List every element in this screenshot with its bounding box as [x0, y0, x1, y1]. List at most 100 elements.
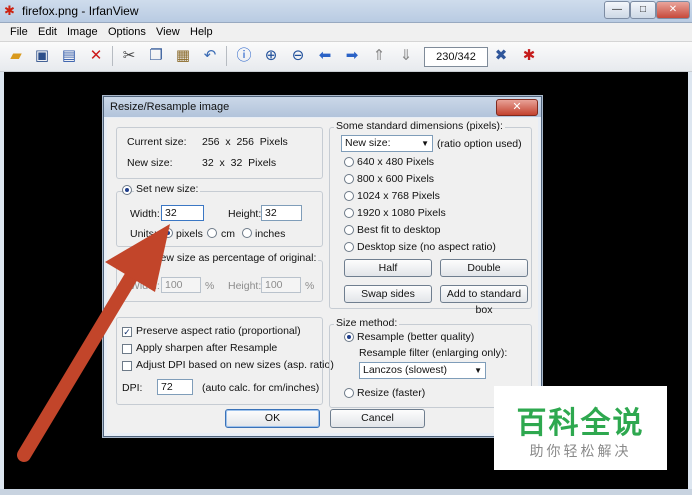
dpi-label: DPI: [122, 382, 143, 394]
settings-icon[interactable]: ✖ [490, 45, 512, 67]
image-counter: 230/342 [424, 47, 488, 67]
size-1920-radio[interactable] [344, 208, 354, 218]
delete-icon[interactable]: ✕ [85, 45, 107, 67]
apply-sharpen-checkbox[interactable] [122, 344, 132, 354]
open-folder-icon[interactable]: ▰ [5, 45, 27, 67]
previous-icon[interactable]: ⬅ [314, 45, 336, 67]
maximize-button[interactable]: □ [630, 1, 656, 19]
menu-edit[interactable]: Edit [38, 26, 57, 38]
close-button[interactable]: ✕ [656, 1, 690, 19]
standard-size-select-value: New size: [345, 137, 391, 149]
size-info-group: Current size: 256 x 256 Pixels New size:… [116, 127, 323, 179]
dialog-title: Resize/Resample image [110, 101, 230, 113]
preserve-aspect-checkbox[interactable]: ✓ [122, 327, 132, 337]
thumbnails-icon[interactable]: ▣ [31, 45, 53, 67]
zoom-out-icon[interactable]: ⊖ [287, 45, 309, 67]
info-icon[interactable]: ⓘ [233, 45, 255, 67]
zoom-in-icon[interactable]: ⊕ [260, 45, 282, 67]
unit-inches-radio[interactable] [242, 228, 252, 238]
first-page-icon[interactable]: ⇑ [368, 45, 390, 67]
size-640-label: 640 x 480 Pixels [357, 156, 435, 168]
copy-icon[interactable]: ❐ [145, 45, 167, 67]
resample-radio[interactable] [344, 332, 354, 342]
menu-help[interactable]: Help [190, 26, 213, 38]
dpi-note: (auto calc. for cm/inches) [202, 382, 320, 394]
chevron-down-icon: ▼ [421, 139, 429, 148]
dialog-title-bar: Resize/Resample image ✕ [104, 97, 541, 117]
dpi-input[interactable]: 72 [157, 379, 193, 395]
standard-dimensions-label: Some standard dimensions (pixels): [334, 120, 505, 132]
size-1024-radio[interactable] [344, 191, 354, 201]
unit-inches-label: inches [255, 228, 286, 240]
unit-cm-label: cm [221, 228, 235, 240]
best-fit-label: Best fit to desktop [357, 224, 441, 236]
apply-sharpen-label: Apply sharpen after Resample [136, 342, 278, 354]
resample-filter-select[interactable]: Lanczos (slowest) ▼ [359, 362, 486, 379]
size-method-label: Size method: [334, 317, 400, 329]
new-size-label: New size: [127, 157, 173, 169]
last-page-icon[interactable]: ⇓ [395, 45, 417, 67]
percent-height-label: Height: [228, 280, 262, 292]
unit-cm-radio[interactable] [207, 228, 217, 238]
percent-width-input[interactable]: 100 [161, 277, 201, 293]
cut-icon[interactable]: ✂ [118, 45, 140, 67]
add-to-standard-button[interactable]: Add to standard box [440, 285, 528, 316]
save-icon[interactable]: ▤ [58, 45, 80, 67]
width-input[interactable]: 32 [161, 205, 204, 221]
menu-bar: File Edit Image Options View Help [0, 23, 692, 42]
percent-width-unit: % [205, 280, 215, 292]
swap-sides-button[interactable]: Swap sides [344, 285, 432, 303]
size-800-radio[interactable] [344, 174, 354, 184]
size-1024-label: 1024 x 768 Pixels [357, 190, 440, 202]
menu-options[interactable]: Options [108, 26, 146, 38]
size-1920-label: 1920 x 1080 Pixels [357, 207, 446, 219]
ratio-option-note: (ratio option used) [437, 138, 522, 150]
paste-icon[interactable]: ▦ [172, 45, 194, 67]
window-bottom-edge [0, 489, 692, 495]
undo-icon[interactable]: ↶ [199, 45, 221, 67]
ok-button[interactable]: OK [225, 409, 320, 428]
new-size-value: 32 x 32 Pixels [202, 157, 277, 169]
percent-height-input[interactable]: 100 [261, 277, 301, 293]
resize-faster-label: Resize (faster) [357, 387, 426, 399]
height-input[interactable]: 32 [261, 205, 302, 221]
toolbar: ▰ ▣ ▤ ✕ ✂ ❐ ▦ ↶ ⓘ ⊕ ⊖ ⬅ ➡ ⇑ ⇓ 230/342 ✖ … [0, 42, 692, 72]
percent-height-unit: % [305, 280, 315, 292]
cancel-button[interactable]: Cancel [330, 409, 425, 428]
unit-pixels-label: pixels [176, 228, 203, 240]
percent-width-label: Width: [130, 280, 160, 292]
resize-dialog: Resize/Resample image ✕ Current size: 25… [103, 96, 542, 437]
chevron-down-icon: ▼ [474, 366, 482, 375]
resample-label: Resample (better quality) [357, 331, 475, 343]
watermark: 百科全说 助你轻松解决 [494, 386, 667, 470]
resample-filter-label: Resample filter (enlarging only): [359, 347, 508, 359]
menu-file[interactable]: File [10, 26, 28, 38]
unit-pixels-radio[interactable] [163, 228, 173, 238]
dialog-close-button[interactable]: ✕ [496, 99, 538, 116]
irfanview-icon[interactable]: ✱ [518, 45, 540, 67]
preserve-aspect-label: Preserve aspect ratio (proportional) [136, 325, 301, 337]
percentage-label: Set new size as percentage of original: [134, 252, 319, 264]
set-new-size-label: Set new size: [134, 183, 201, 195]
minimize-button[interactable]: — [604, 1, 630, 19]
double-button[interactable]: Double [440, 259, 528, 277]
menu-image[interactable]: Image [67, 26, 98, 38]
resize-faster-radio[interactable] [344, 388, 354, 398]
adjust-dpi-checkbox[interactable] [122, 361, 132, 371]
half-button[interactable]: Half [344, 259, 432, 277]
best-fit-radio[interactable] [344, 225, 354, 235]
irfanview-app-icon: ✱ [4, 3, 15, 18]
options-group: ✓ Preserve aspect ratio (proportional) A… [116, 317, 334, 405]
menu-view[interactable]: View [156, 26, 180, 38]
percentage-radio[interactable] [122, 254, 132, 264]
height-label: Height: [228, 208, 262, 220]
standard-size-select[interactable]: New size: ▼ [341, 135, 433, 152]
resample-filter-value: Lanczos (slowest) [363, 364, 448, 376]
current-size-label: Current size: [127, 136, 187, 148]
units-label: Units: [130, 228, 157, 240]
size-640-radio[interactable] [344, 157, 354, 167]
adjust-dpi-label: Adjust DPI based on new sizes (asp. rati… [136, 359, 334, 371]
next-icon[interactable]: ➡ [341, 45, 363, 67]
set-new-size-radio[interactable] [122, 185, 132, 195]
desktop-size-radio[interactable] [344, 242, 354, 252]
